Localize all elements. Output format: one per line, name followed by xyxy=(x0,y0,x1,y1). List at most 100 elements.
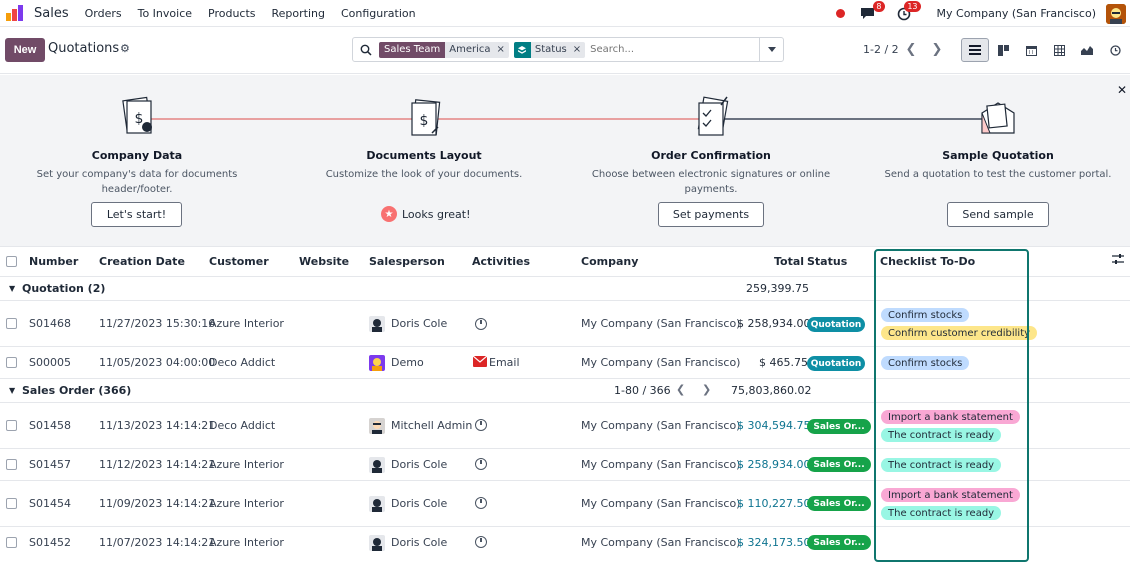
cell-total: $ 258,934.00 xyxy=(737,317,811,330)
step-title: Sample Quotation xyxy=(942,149,1054,162)
status-badge: Sales Or... xyxy=(807,496,871,511)
envelope-icon[interactable] xyxy=(472,355,488,370)
activity-view-clock-icon[interactable] xyxy=(1101,38,1129,62)
status-dot-icon[interactable] xyxy=(835,9,845,18)
activities-clock-icon[interactable]: 13 xyxy=(895,0,921,23)
table-row[interactable]: S01468 11/27/2023 15:30:16 Azure Interio… xyxy=(0,301,1130,347)
avatar xyxy=(369,316,385,332)
checklist-tag[interactable]: Confirm stocks xyxy=(881,308,970,322)
lets-start-button[interactable]: Let's start! xyxy=(91,202,182,227)
search-options-chevron-down-icon[interactable] xyxy=(759,38,783,61)
group-label: Quotation (2) xyxy=(22,282,106,295)
row-checkbox[interactable] xyxy=(6,498,17,509)
search-input[interactable] xyxy=(590,44,761,55)
table-row[interactable]: S01457 11/12/2023 14:14:21 Azure Interio… xyxy=(0,449,1130,481)
header-activities[interactable]: Activities xyxy=(472,255,530,268)
cell-total: $ 304,594.75 xyxy=(737,419,811,432)
quotations-table: Number Creation Date Customer Website Sa… xyxy=(0,248,1130,559)
header-status[interactable]: Status xyxy=(807,255,847,268)
menu-products[interactable]: Products xyxy=(208,7,256,20)
activity-clock-icon[interactable] xyxy=(475,536,487,548)
step-done-indicator: ★ Looks great! xyxy=(381,206,471,222)
new-button[interactable]: New xyxy=(5,38,45,62)
table-row[interactable]: S00005 11/05/2023 04:00:00 Deco Addict D… xyxy=(0,347,1130,379)
menu-orders[interactable]: Orders xyxy=(85,7,122,20)
user-avatar[interactable] xyxy=(1106,3,1126,24)
activities-count-badge: 13 xyxy=(904,0,921,12)
header-total[interactable]: Total xyxy=(774,255,804,268)
facet-label: Sales Team xyxy=(379,41,446,58)
activity-clock-icon[interactable] xyxy=(475,458,487,470)
select-all-checkbox[interactable] xyxy=(6,256,17,267)
group-pager-chevron-left-icon[interactable]: ❮ xyxy=(676,383,685,396)
row-checkbox[interactable] xyxy=(6,357,17,368)
checklist-tag[interactable]: The contract is ready xyxy=(881,506,1002,520)
facet-remove-icon[interactable]: × xyxy=(494,44,508,55)
header-checklist[interactable]: Checklist To-Do xyxy=(880,255,975,268)
header-company[interactable]: Company xyxy=(581,255,638,268)
step-done-label: Looks great! xyxy=(402,207,471,221)
envelope-document-icon xyxy=(981,102,1015,134)
cell-creation-date: 11/07/2023 14:14:21 xyxy=(99,536,216,549)
checklist-tag[interactable]: The contract is ready xyxy=(881,428,1002,442)
activity-label[interactable]: Email xyxy=(489,356,520,369)
pivot-view-icon[interactable] xyxy=(1045,38,1073,62)
checklist-tag[interactable]: Import a bank statement xyxy=(881,488,1020,502)
pager-next-chevron-right-icon[interactable]: ❯ xyxy=(925,38,949,60)
menu-reporting[interactable]: Reporting xyxy=(272,7,325,20)
app-name[interactable]: Sales xyxy=(34,6,69,21)
menu-to-invoice[interactable]: To Invoice xyxy=(138,7,192,20)
facet-value: Status xyxy=(534,44,567,55)
activity-clock-icon[interactable] xyxy=(475,419,487,431)
checklist-tag[interactable]: The contract is ready xyxy=(881,458,1002,472)
cell-company: My Company (San Francisco) xyxy=(581,536,741,549)
facet-remove-icon[interactable]: × xyxy=(571,44,585,55)
calendar-view-icon[interactable] xyxy=(1017,38,1045,62)
checklist-tag[interactable]: Import a bank statement xyxy=(881,410,1020,424)
cell-company: My Company (San Francisco) xyxy=(581,317,741,330)
header-creation-date[interactable]: Creation Date xyxy=(99,255,185,268)
messages-icon[interactable]: 8 xyxy=(859,0,885,23)
activity-clock-icon[interactable] xyxy=(475,318,487,330)
group-row-sales-order[interactable]: ▼ Sales Order (366) 1-80 / 366 ❮ ❯ 75,80… xyxy=(0,379,1130,403)
pager-previous-chevron-left-icon[interactable]: ❮ xyxy=(899,38,923,60)
row-checkbox[interactable] xyxy=(6,420,17,431)
kanban-view-icon[interactable] xyxy=(989,38,1017,62)
cell-number: S00005 xyxy=(29,356,71,369)
set-payments-button[interactable]: Set payments xyxy=(658,202,764,227)
row-checkbox[interactable] xyxy=(6,459,17,470)
row-checkbox[interactable] xyxy=(6,537,17,548)
step-description: Set your company's data for documents he… xyxy=(36,169,238,195)
header-salesperson[interactable]: Salesperson xyxy=(369,255,445,268)
group-pager[interactable]: 1-80 / 366 xyxy=(614,384,671,397)
optional-columns-sliders-icon[interactable] xyxy=(1112,253,1124,268)
checklist-tag[interactable]: Confirm stocks xyxy=(881,356,970,370)
company-switcher[interactable]: My Company (San Francisco) xyxy=(937,7,1096,20)
group-row-quotation[interactable]: ▼ Quotation (2) 259,399.75 xyxy=(0,277,1130,301)
graph-view-icon[interactable] xyxy=(1073,38,1101,62)
cell-salesperson: Doris Cole xyxy=(391,536,448,549)
header-website[interactable]: Website xyxy=(299,255,349,268)
cell-creation-date: 11/13/2023 14:14:21 xyxy=(99,419,216,432)
avatar xyxy=(369,496,385,512)
header-customer[interactable]: Customer xyxy=(209,255,269,268)
row-checkbox[interactable] xyxy=(6,318,17,329)
send-sample-button[interactable]: Send sample xyxy=(947,202,1049,227)
cell-salesperson: Doris Cole xyxy=(391,317,448,330)
sales-app-icon[interactable] xyxy=(6,5,24,21)
table-row[interactable]: S01458 11/13/2023 14:14:21 Deco Addict M… xyxy=(0,403,1130,449)
list-view-icon[interactable] xyxy=(961,38,989,62)
table-row[interactable]: S01454 11/09/2023 14:14:21 Azure Interio… xyxy=(0,481,1130,527)
checklist-tag[interactable]: Confirm customer credibility xyxy=(881,326,1038,340)
gear-icon[interactable]: ⚙ xyxy=(120,42,130,55)
step-description: Send a quotation to test the customer po… xyxy=(884,169,1112,180)
header-number[interactable]: Number xyxy=(29,255,78,268)
pager-value[interactable]: 1-2 / 2 xyxy=(863,43,899,56)
table-row[interactable]: S01452 11/07/2023 14:14:21 Azure Interio… xyxy=(0,527,1130,559)
group-pager-chevron-right-icon[interactable]: ❯ xyxy=(702,383,711,396)
cell-creation-date: 11/09/2023 14:14:21 xyxy=(99,497,216,510)
avatar xyxy=(369,418,385,434)
menu-configuration[interactable]: Configuration xyxy=(341,7,416,20)
close-icon[interactable]: ✕ xyxy=(1117,83,1127,97)
activity-clock-icon[interactable] xyxy=(475,497,487,509)
